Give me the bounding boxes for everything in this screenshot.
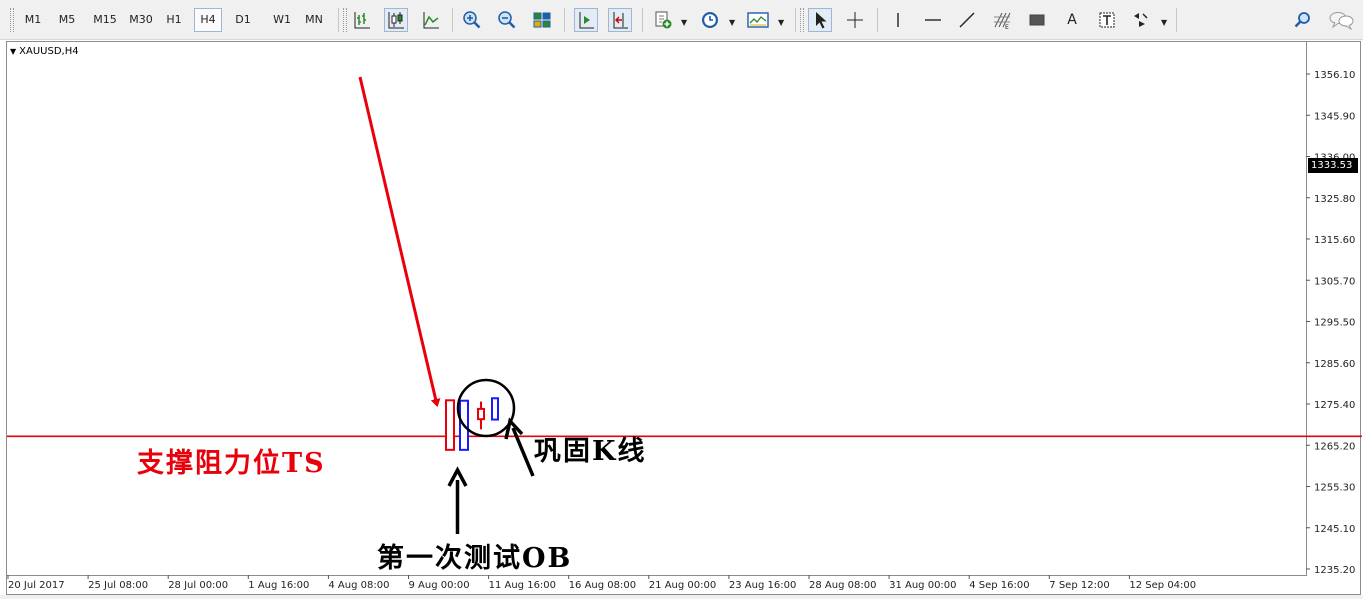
time-label: 11 Aug 16:00 (489, 580, 556, 591)
first-test-label: 第一次测试OB (377, 543, 573, 574)
bear-candle[interactable] (445, 399, 455, 451)
time-label: 21 Aug 00:00 (649, 580, 716, 591)
time-label: 31 Aug 00:00 (889, 580, 956, 591)
price-label: 1356.10 (1314, 70, 1355, 81)
price-label: 1295.50 (1314, 318, 1355, 329)
time-axis: 20 Jul 2017 25 Jul 08:00 28 Jul 00:00 1 Aug… (7, 575, 1196, 591)
price-label: 1265.20 (1314, 441, 1355, 452)
consolidation-arrow[interactable] (511, 427, 535, 477)
time-label: 1 Aug 16:00 (248, 580, 309, 591)
time-label: 23 Aug 16:00 (729, 580, 796, 591)
time-label: 25 Jul 08:00 (88, 580, 148, 591)
price-label: 1245.10 (1314, 524, 1355, 535)
bear-candle[interactable] (477, 407, 485, 421)
status-strip (0, 595, 1363, 599)
price-label: 1275.40 (1314, 400, 1355, 411)
time-label: 28 Jul 00:00 (168, 580, 228, 591)
price-label: 1345.90 (1314, 111, 1355, 122)
price-label: 1235.20 (1314, 565, 1355, 576)
bull-candle[interactable] (491, 397, 499, 421)
time-label: 12 Sep 04:00 (1129, 580, 1196, 591)
time-label: 4 Aug 08:00 (328, 580, 389, 591)
current-price-badge: 1333.53 (1308, 158, 1358, 173)
time-label: 9 Aug 00:00 (409, 580, 470, 591)
price-label: 1325.80 (1314, 194, 1355, 205)
consolidation-label: 巩固K线 (534, 436, 647, 467)
price-label: 1285.60 (1314, 359, 1355, 370)
chart-canvas: 1356.101345.901336.001325.801315.601305.… (7, 42, 1362, 591)
price-label: 1315.60 (1314, 235, 1355, 246)
time-label: 28 Aug 08:00 (809, 580, 876, 591)
red-arrow[interactable] (358, 76, 441, 407)
price-axis: 1356.101345.901336.001325.801315.601305.… (1306, 70, 1355, 576)
price-label: 1255.30 (1314, 483, 1355, 494)
time-label: 4 Sep 16:00 (969, 580, 1029, 591)
price-label: 1305.70 (1314, 276, 1355, 287)
time-label: 7 Sep 12:00 (1049, 580, 1109, 591)
time-label: 16 Aug 08:00 (569, 580, 636, 591)
candles (445, 397, 499, 451)
support-resistance-label: 支撑阻力位TS (137, 448, 326, 479)
time-label: 20 Jul 2017 (8, 580, 65, 591)
